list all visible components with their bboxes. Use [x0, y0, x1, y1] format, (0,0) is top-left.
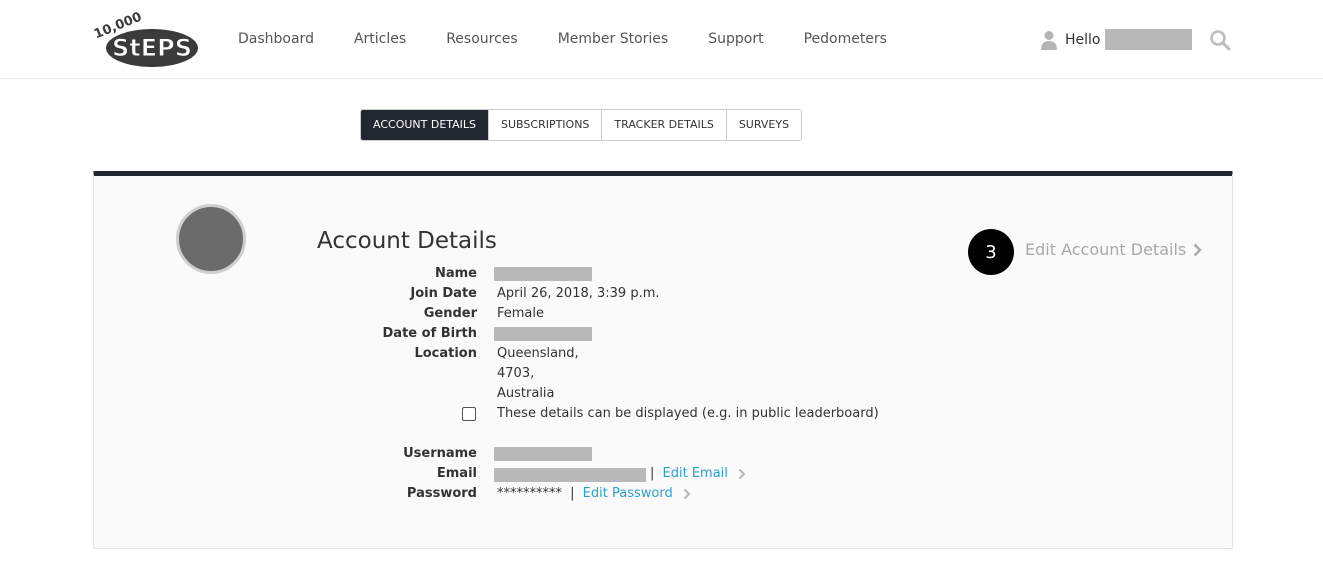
- nav-pedometers[interactable]: Pedometers: [804, 31, 887, 47]
- page-title: Account Details: [317, 228, 497, 254]
- nav-member-stories[interactable]: Member Stories: [558, 31, 669, 47]
- nav-dashboard[interactable]: Dashboard: [238, 31, 314, 47]
- password-separator: |: [570, 486, 575, 501]
- tab-tracker-details[interactable]: TRACKER DETAILS: [602, 110, 727, 140]
- redacted-dob: [494, 327, 592, 341]
- chevron-right-icon: [1193, 243, 1202, 256]
- detail-row-location-3: Australia: [94, 384, 794, 404]
- redacted-name: [494, 267, 592, 281]
- main-nav: Dashboard Articles Resources Member Stor…: [238, 31, 927, 47]
- edit-account-details-label: Edit Account Details: [1025, 240, 1187, 259]
- chevron-right-icon: [738, 468, 746, 479]
- account-details-panel: Account Details 3 Edit Account Details N…: [93, 171, 1233, 549]
- value-gender: Female: [497, 306, 545, 321]
- edit-password-link[interactable]: Edit Password: [583, 486, 673, 501]
- hello-text: Hello: [1065, 31, 1101, 48]
- svg-text:StEPS: StEPS: [112, 34, 192, 62]
- detail-row-gender: Gender Female: [94, 304, 794, 324]
- label-email: Email: [436, 466, 477, 481]
- tab-surveys[interactable]: SURVEYS: [726, 110, 802, 140]
- detail-row-password: Password ********** | Edit Password: [94, 484, 894, 504]
- label-dob: Date of Birth: [382, 326, 477, 341]
- email-actions: | Edit Email: [650, 464, 746, 484]
- account-tabs: ACCOUNT DETAILS SUBSCRIPTIONS TRACKER DE…: [360, 109, 803, 141]
- nav-articles[interactable]: Articles: [354, 31, 406, 47]
- site-header: 10,000 StEPS Dashboard Articles Resource…: [0, 0, 1323, 79]
- password-mask: **********: [497, 486, 562, 501]
- value-join-date: April 26, 2018, 3:39 p.m.: [497, 286, 660, 301]
- label-join-date: Join Date: [410, 286, 477, 301]
- detail-row-dob: Date of Birth: [94, 324, 794, 344]
- nav-support[interactable]: Support: [708, 31, 763, 47]
- value-location-line3: Australia: [497, 386, 555, 401]
- edit-account-details-link[interactable]: Edit Account Details: [1025, 240, 1202, 259]
- redacted-email: [494, 468, 646, 482]
- detail-row-display-consent: These details can be displayed (e.g. in …: [94, 404, 894, 424]
- detail-row-join-date: Join Date April 26, 2018, 3:39 p.m.: [94, 284, 794, 304]
- value-location-line1: Queensland,: [497, 346, 579, 361]
- nav-resources[interactable]: Resources: [446, 31, 518, 47]
- label-location: Location: [414, 346, 477, 361]
- label-username: Username: [403, 446, 477, 461]
- detail-row-email: Email | Edit Email: [94, 464, 894, 484]
- redacted-username: [1104, 29, 1192, 50]
- tab-subscriptions[interactable]: SUBSCRIPTIONS: [489, 110, 603, 140]
- password-actions: ********** | Edit Password: [497, 484, 691, 504]
- detail-row-location: Location Queensland,: [94, 344, 794, 364]
- value-location-line2: 4703,: [497, 366, 535, 381]
- chevron-right-icon: [683, 488, 691, 499]
- edit-email-link[interactable]: Edit Email: [663, 466, 728, 481]
- redacted-username-value: [494, 447, 592, 461]
- detail-row-location-2: 4703,: [94, 364, 794, 384]
- search-icon[interactable]: [1209, 29, 1231, 51]
- logo-10000-steps[interactable]: 10,000 StEPS: [92, 10, 204, 70]
- tab-account-details[interactable]: ACCOUNT DETAILS: [361, 110, 490, 140]
- email-separator: |: [650, 466, 655, 481]
- detail-row-username: Username: [94, 444, 794, 464]
- display-details-label: These details can be displayed (e.g. in …: [497, 406, 879, 421]
- label-gender: Gender: [423, 306, 477, 321]
- step-number-badge: 3: [968, 229, 1014, 275]
- label-password: Password: [406, 486, 477, 501]
- detail-row-name: Name: [94, 264, 794, 284]
- label-name: Name: [434, 266, 477, 281]
- user-icon: [1041, 30, 1057, 50]
- user-menu[interactable]: Hello: [1041, 29, 1192, 50]
